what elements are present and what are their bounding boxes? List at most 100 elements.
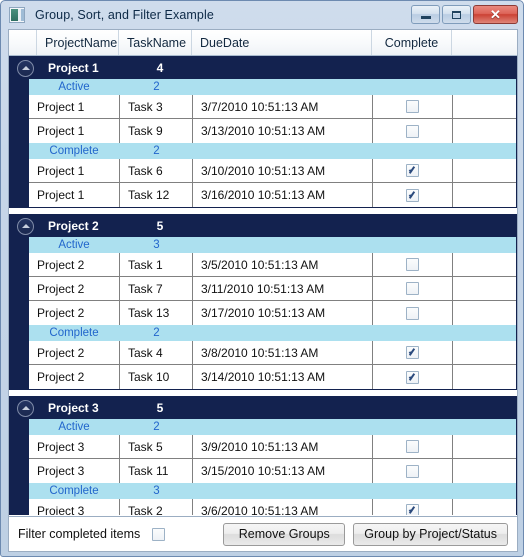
complete-checkbox[interactable] (406, 282, 419, 295)
group-by-project-status-button[interactable]: Group by Project/Status (353, 522, 508, 546)
cell-project-name: Project 2 (29, 253, 120, 276)
title-bar[interactable]: Group, Sort, and Filter Example ✕ (1, 1, 523, 29)
complete-checkbox[interactable] (406, 504, 419, 515)
group-header[interactable]: Project 3 5 (10, 397, 516, 419)
row-container: Project 3 Task 5 3/9/2010 10:51:13 AM Proje… (29, 435, 516, 483)
window-controls: ✕ (411, 5, 518, 24)
checkmark-icon (408, 166, 417, 175)
cell-task-name: Task 5 (120, 435, 193, 458)
table-row[interactable]: Project 1 Task 12 3/16/2010 10:51:13 AM (29, 183, 516, 207)
table-row[interactable]: Project 2 Task 13 3/17/2010 10:51:13 AM (29, 301, 516, 325)
subgroup-header[interactable]: Complete 2 (29, 325, 516, 341)
column-header-row: ProjectName TaskName DueDate Complete (9, 30, 517, 56)
subgroup-header[interactable]: Active 3 (29, 237, 516, 253)
remove-groups-button[interactable]: Remove Groups (223, 522, 346, 546)
complete-checkbox[interactable] (406, 164, 419, 177)
table-row[interactable]: Project 1 Task 3 3/7/2010 10:51:13 AM (29, 95, 516, 119)
complete-checkbox[interactable] (406, 440, 419, 453)
cell-due-date: 3/13/2010 10:51:13 AM (193, 119, 373, 143)
complete-checkbox[interactable] (406, 464, 419, 478)
cell-blank (453, 159, 516, 182)
complete-checkbox[interactable] (406, 188, 419, 202)
group-count: 4 (156, 61, 164, 75)
table-row[interactable]: Project 1 Task 9 3/13/2010 10:51:13 AM (29, 119, 516, 143)
complete-checkbox[interactable] (406, 370, 419, 384)
checkmark-icon (408, 348, 417, 357)
subgroup-header[interactable]: Complete 3 (29, 483, 516, 499)
cell-task-name: Task 2 (120, 499, 193, 515)
cell-project-name: Project 3 (29, 499, 120, 515)
table-row[interactable]: Project 3 Task 5 3/9/2010 10:51:13 AM (29, 435, 516, 459)
cell-project-name: Project 1 (29, 119, 120, 143)
cell-task-name: Task 1 (120, 253, 193, 276)
cell-due-date: 3/5/2010 10:51:13 AM (193, 253, 373, 276)
table-row[interactable]: Project 2 Task 4 3/8/2010 10:51:13 AM (29, 341, 516, 365)
column-header-taskname[interactable]: TaskName (119, 30, 192, 55)
subgroup-count: 3 (153, 485, 160, 497)
subgroup-header[interactable]: Complete 2 (29, 143, 516, 159)
cell-blank (453, 183, 516, 207)
cell-complete (373, 183, 453, 207)
cell-project-name: Project 2 (29, 277, 120, 300)
grid-body[interactable]: Project 1 4 Active 2 Project 1 Task 3 3/7/2010… (9, 56, 517, 515)
table-row[interactable]: Project 1 Task 6 3/10/2010 10:51:13 AM (29, 159, 516, 183)
subgroup-count: 2 (153, 421, 160, 433)
row-container: Project 2 Task 4 3/8/2010 10:51:13 AM Proje… (29, 341, 516, 389)
cell-complete (373, 301, 453, 325)
chevron-up-icon[interactable] (17, 59, 34, 77)
cell-due-date: 3/8/2010 10:51:13 AM (193, 341, 373, 364)
table-row[interactable]: Project 2 Task 7 3/11/2010 10:51:13 AM (29, 277, 516, 301)
group-header[interactable]: Project 1 4 (10, 57, 516, 79)
subgroup-title: Active (58, 239, 90, 251)
cell-complete (373, 341, 453, 364)
complete-checkbox[interactable] (406, 100, 419, 113)
close-button[interactable]: ✕ (473, 5, 518, 24)
column-header-blank[interactable] (452, 30, 516, 55)
column-header-duedate[interactable]: DueDate (192, 30, 372, 55)
cell-due-date: 3/14/2010 10:51:13 AM (193, 365, 373, 389)
filter-completed-checkbox[interactable] (152, 527, 166, 541)
minimize-icon (420, 16, 431, 19)
group-count: 5 (156, 401, 164, 415)
table-row[interactable]: Project 2 Task 10 3/14/2010 10:51:13 AM (29, 365, 516, 389)
chevron-up-icon[interactable] (17, 217, 34, 235)
cell-blank (453, 499, 516, 515)
table-row[interactable]: Project 2 Task 1 3/5/2010 10:51:13 AM (29, 253, 516, 277)
cell-task-name: Task 7 (120, 277, 193, 300)
complete-checkbox[interactable] (406, 124, 419, 138)
complete-checkbox[interactable] (406, 258, 419, 271)
chevron-up-icon[interactable] (17, 399, 34, 417)
column-header-projectname[interactable]: ProjectName (37, 30, 119, 55)
subgroup-count: 3 (153, 239, 160, 251)
maximize-button[interactable] (442, 5, 471, 24)
checkmark-icon (408, 373, 417, 382)
cell-task-name: Task 13 (120, 301, 193, 325)
cell-blank (453, 277, 516, 300)
cell-complete (373, 119, 453, 143)
group-count: 5 (156, 219, 164, 233)
cell-due-date: 3/7/2010 10:51:13 AM (193, 95, 373, 118)
group-header[interactable]: Project 2 5 (10, 215, 516, 237)
column-header-complete[interactable]: Complete (372, 30, 452, 55)
complete-checkbox[interactable] (406, 346, 419, 359)
cell-task-name: Task 9 (120, 119, 193, 143)
window-title: Group, Sort, and Filter Example (35, 8, 214, 22)
chevron-glyph (21, 406, 30, 410)
minimize-button[interactable] (411, 5, 440, 24)
cell-project-name: Project 1 (29, 95, 120, 118)
cell-project-name: Project 2 (29, 341, 120, 364)
cell-due-date: 3/16/2010 10:51:13 AM (193, 183, 373, 207)
group-title: Project 1 (48, 61, 99, 75)
checkmark-icon (408, 506, 417, 515)
column-header-indent[interactable] (9, 30, 37, 55)
subgroup-header[interactable]: Active 2 (29, 419, 516, 435)
subgroup-count: 2 (153, 145, 160, 157)
bottom-toolbar: Filter completed items Remove Groups Gro… (9, 516, 517, 551)
subgroup-header[interactable]: Active 2 (29, 79, 516, 95)
group-title: Project 3 (48, 401, 99, 415)
complete-checkbox[interactable] (406, 306, 419, 320)
group-block: Project 2 5 Active 3 Project 2 Task 1 3/5/2010… (9, 214, 517, 390)
table-row[interactable]: Project 3 Task 2 3/6/2010 10:51:13 AM (29, 499, 516, 515)
checkmark-icon (408, 191, 417, 200)
table-row[interactable]: Project 3 Task 11 3/15/2010 10:51:13 AM (29, 459, 516, 483)
